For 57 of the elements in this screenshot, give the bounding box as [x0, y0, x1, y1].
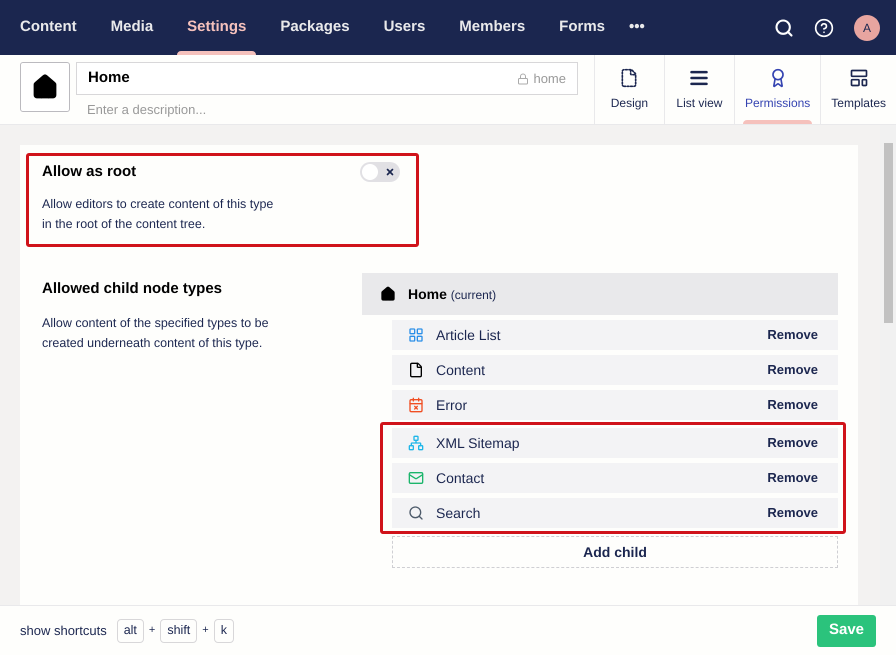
- icon-picker-button[interactable]: [20, 62, 70, 112]
- layout-icon: [848, 68, 869, 88]
- child-type-name: Content: [436, 360, 486, 380]
- key-cap: k: [214, 618, 234, 642]
- remove-button[interactable]: Remove: [767, 468, 818, 488]
- remove-button[interactable]: Remove: [767, 395, 818, 415]
- editor-tab[interactable]: Permissions: [734, 55, 820, 124]
- hierarchy-icon: [408, 435, 424, 451]
- child-type-name: Error: [436, 396, 468, 414]
- editor-tab[interactable]: List view: [664, 55, 734, 124]
- section-title: Allowed child node types: [42, 279, 224, 299]
- home-icon: [31, 73, 59, 101]
- search-icon[interactable]: [774, 18, 794, 38]
- envelope-icon: [408, 470, 424, 486]
- shortcuts-label: show shortcuts: [20, 622, 107, 640]
- section-description: Allow content of the specified types to be created underneath content of this type.: [42, 314, 270, 352]
- name-value: Home: [88, 68, 130, 88]
- section-description: Allow editors to create content of this type in the root of the content tree.: [42, 196, 274, 232]
- alias-text: home: [533, 70, 566, 88]
- plus-sign: +: [148, 623, 156, 638]
- key-cap: alt: [116, 618, 144, 642]
- child-type-name: XML Sitemap: [436, 434, 520, 453]
- grid-icon: [408, 327, 424, 343]
- remove-button[interactable]: Remove: [767, 325, 818, 345]
- editor-tab[interactable]: Design: [594, 55, 664, 124]
- section-title: Allow as root: [42, 162, 136, 182]
- child-type-name: Search: [436, 504, 480, 522]
- nav-tab[interactable]: Settings: [177, 0, 256, 55]
- name-field[interactable]: Home home: [76, 62, 578, 95]
- nav-tab[interactable]: Users: [374, 0, 436, 55]
- add-child-button[interactable]: Add child: [392, 536, 838, 568]
- document-icon: [408, 362, 424, 378]
- active-tab-indicator: [742, 120, 812, 124]
- home-icon: [380, 286, 396, 302]
- nav-tab[interactable]: Members: [449, 0, 536, 55]
- more-button[interactable]: •••: [629, 16, 645, 39]
- nav-tab[interactable]: Media: [100, 0, 164, 55]
- help-icon[interactable]: [814, 18, 834, 38]
- plus-sign: +: [202, 623, 209, 638]
- nav-tab[interactable]: Forms: [549, 0, 615, 55]
- parent-type-name: Home (current): [408, 284, 496, 304]
- editor-tab[interactable]: Templates: [820, 55, 896, 124]
- document-icon: [619, 68, 640, 88]
- search-icon: [408, 505, 424, 521]
- remove-button[interactable]: Remove: [767, 360, 818, 380]
- close-icon: [385, 167, 395, 178]
- toggle-switch[interactable]: [360, 162, 400, 182]
- key-cap: shift: [160, 618, 198, 642]
- nav-tab[interactable]: Content: [10, 0, 87, 55]
- remove-button[interactable]: Remove: [767, 503, 818, 523]
- remove-button[interactable]: Remove: [767, 433, 818, 453]
- calendar-x-icon: [408, 397, 424, 413]
- user-avatar[interactable]: A: [854, 14, 880, 40]
- description-field[interactable]: Enter a description...: [76, 98, 578, 120]
- child-type-name: Contact: [436, 468, 484, 488]
- nav-tab[interactable]: Packages: [270, 0, 360, 55]
- child-type-name: Article List: [436, 326, 501, 344]
